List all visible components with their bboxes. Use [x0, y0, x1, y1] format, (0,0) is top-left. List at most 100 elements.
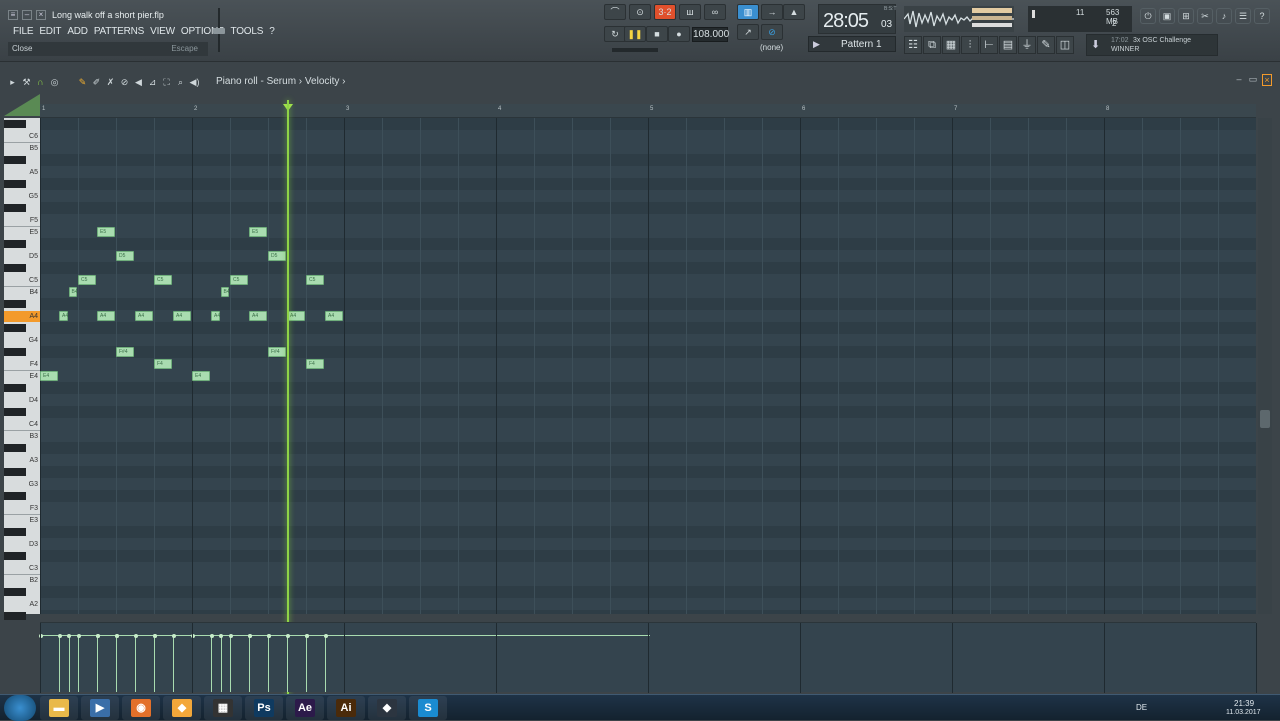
menu-item-view[interactable]: VIEW	[147, 26, 178, 37]
pattern-selector[interactable]: ▶ Pattern 1	[808, 36, 896, 52]
delete-icon[interactable]: ✗	[104, 76, 117, 89]
close-icon[interactable]: ×	[1262, 74, 1272, 86]
pause-button[interactable]: ❚❚	[624, 26, 646, 42]
plugin-picker-icon[interactable]: ▤	[999, 36, 1017, 54]
pencil-icon[interactable]: ✎	[76, 76, 89, 89]
black-key[interactable]	[4, 120, 26, 128]
mute-icon[interactable]: ⊘	[118, 76, 131, 89]
help-icon[interactable]: ?	[1254, 8, 1270, 24]
note[interactable]: A4	[249, 311, 267, 321]
velocity-bar[interactable]	[306, 636, 307, 692]
pattern-song-toggle-icon[interactable]: ↻	[604, 26, 626, 42]
velocity-handle[interactable]	[266, 634, 271, 638]
channel-rack-icon[interactable]: ▦	[942, 36, 960, 54]
menu-item-edit[interactable]: EDIT	[36, 26, 64, 37]
velocity-handle[interactable]	[209, 634, 214, 638]
minimize-icon[interactable]: –	[1234, 74, 1244, 86]
black-key[interactable]	[4, 180, 26, 188]
options-arrow-icon[interactable]: ▸	[6, 76, 19, 89]
chat-icon[interactable]: ☰	[1235, 8, 1251, 24]
velocity-handle[interactable]	[171, 634, 176, 638]
photoshop-icon[interactable]: Ps	[245, 696, 283, 720]
velocity-bar[interactable]	[230, 636, 231, 692]
record-icon[interactable]: ◎	[48, 76, 61, 89]
velocity-bar[interactable]	[173, 636, 174, 692]
note[interactable]: D5	[268, 251, 286, 261]
note-grid[interactable]: E4 A4 B4 C5 A4 E5 D5 F#4 A4 C5 F4 A4 E4 A4 B4 C5 A4 E5 D5 F…	[40, 118, 1256, 614]
velocity-handle[interactable]	[114, 634, 119, 638]
browser-icon[interactable]: ⊢	[980, 36, 998, 54]
black-key[interactable]	[4, 492, 26, 500]
velocity-bar[interactable]	[325, 636, 326, 692]
tools-icon[interactable]: ✂	[1197, 8, 1213, 24]
velocity-bar[interactable]	[249, 636, 250, 692]
time-ruler[interactable]: 1 2 3 4 5 6 7 8	[40, 104, 1256, 118]
start-button[interactable]	[4, 695, 36, 721]
note[interactable]: E5	[97, 227, 115, 237]
note[interactable]: B4	[68, 287, 78, 297]
typing-keyboard-icon[interactable]: ▥	[737, 4, 759, 20]
note[interactable]: A4	[97, 311, 115, 321]
black-key[interactable]	[4, 384, 26, 392]
clock-date[interactable]: 11.03.2017	[1226, 709, 1261, 716]
black-key[interactable]	[4, 156, 26, 164]
wait-record-icon[interactable]: ⊙	[629, 4, 651, 20]
select-icon[interactable]: ⊿	[146, 76, 159, 89]
velocity-handle[interactable]	[228, 634, 233, 638]
menu-item-help[interactable]: ?	[266, 26, 277, 37]
tempo-slider[interactable]	[612, 48, 658, 52]
note[interactable]: A4	[211, 311, 220, 321]
cinema4d-icon[interactable]: ◆	[368, 696, 406, 720]
stamp-icon[interactable]	[4, 94, 40, 116]
black-key[interactable]	[4, 528, 26, 536]
tempo-field[interactable]: 108.000	[692, 27, 729, 42]
black-key[interactable]	[4, 240, 26, 248]
film-icon[interactable]: ▦	[204, 696, 242, 720]
note[interactable]: F#4	[116, 347, 134, 357]
velocity-bar[interactable]	[287, 636, 288, 692]
velocity-bar[interactable]	[211, 636, 212, 692]
velocity-handle[interactable]	[67, 634, 71, 638]
black-key[interactable]	[4, 552, 26, 560]
velocity-handle[interactable]	[95, 634, 100, 638]
clock-time[interactable]: 21:39	[1234, 699, 1254, 708]
velocity-bar[interactable]	[268, 636, 269, 692]
velocity-panel[interactable]	[38, 622, 1257, 693]
black-key[interactable]	[4, 204, 26, 212]
blend-notes-icon[interactable]: ш	[679, 4, 701, 20]
snap-value[interactable]: (none)	[760, 43, 783, 52]
vertical-scrollbar[interactable]	[1258, 118, 1272, 614]
news-panel[interactable]: ⬇ 17:02 3x OSC Challenge WINNER	[1086, 34, 1218, 56]
velocity-handle[interactable]	[247, 634, 252, 638]
black-key[interactable]	[4, 300, 26, 308]
note[interactable]: B4	[220, 287, 230, 297]
microphone-icon[interactable]: ♪	[1216, 8, 1232, 24]
note[interactable]: A4	[325, 311, 343, 321]
note[interactable]: E5	[249, 227, 267, 237]
maximize-icon[interactable]: ▭	[1248, 74, 1258, 86]
velocity-bar[interactable]	[116, 636, 117, 692]
black-key[interactable]	[4, 444, 26, 452]
loop-record-icon[interactable]: ∞	[704, 4, 726, 20]
metronome-icon[interactable]: ⌒	[604, 4, 626, 20]
after-effects-icon[interactable]: Ae	[286, 696, 324, 720]
note[interactable]: A4	[59, 311, 68, 321]
velocity-handle[interactable]	[57, 634, 62, 638]
mixer-icon[interactable]: ⫶	[961, 36, 979, 54]
note[interactable]: A4	[287, 311, 305, 321]
firefox-icon[interactable]: ◉	[122, 696, 160, 720]
velocity-bar[interactable]	[97, 636, 98, 692]
piano-keyboard[interactable]: C6 B5 A5 G5 F5 E5 D5 C5 B4 A4 G4 F4 E4 D4 C4 B3 A3 G3 F3 E3…	[4, 118, 40, 620]
menu-item-add[interactable]: ADD	[64, 26, 91, 37]
project-icon[interactable]: ◫	[1056, 36, 1074, 54]
velocity-bar[interactable]	[220, 636, 222, 692]
countdown-icon[interactable]: 3·2	[654, 4, 676, 20]
marquee-icon[interactable]: ⛶	[160, 76, 173, 89]
multilink-icon[interactable]: ▲	[783, 4, 805, 20]
record-button[interactable]: ●	[668, 26, 690, 42]
paint-icon[interactable]: ✐	[90, 76, 103, 89]
note[interactable]: C5	[230, 275, 248, 285]
black-key[interactable]	[4, 348, 26, 356]
skype-icon[interactable]: S	[409, 696, 447, 720]
media-icon[interactable]: ▶	[81, 696, 119, 720]
